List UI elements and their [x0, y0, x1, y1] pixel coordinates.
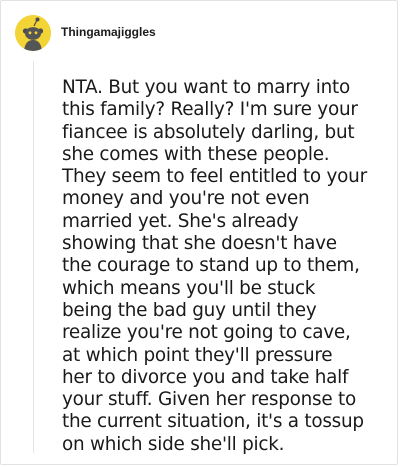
- user-avatar[interactable]: [15, 15, 51, 51]
- comment-author[interactable]: Thingamajiggles: [61, 25, 156, 39]
- thread-line[interactable]: [33, 61, 34, 453]
- snoo-avatar-icon: [15, 15, 51, 51]
- comment-card: Thingamajiggles NTA. But you want to mar…: [0, 0, 398, 465]
- comment-body: NTA. But you want to marry into this fam…: [62, 77, 367, 455]
